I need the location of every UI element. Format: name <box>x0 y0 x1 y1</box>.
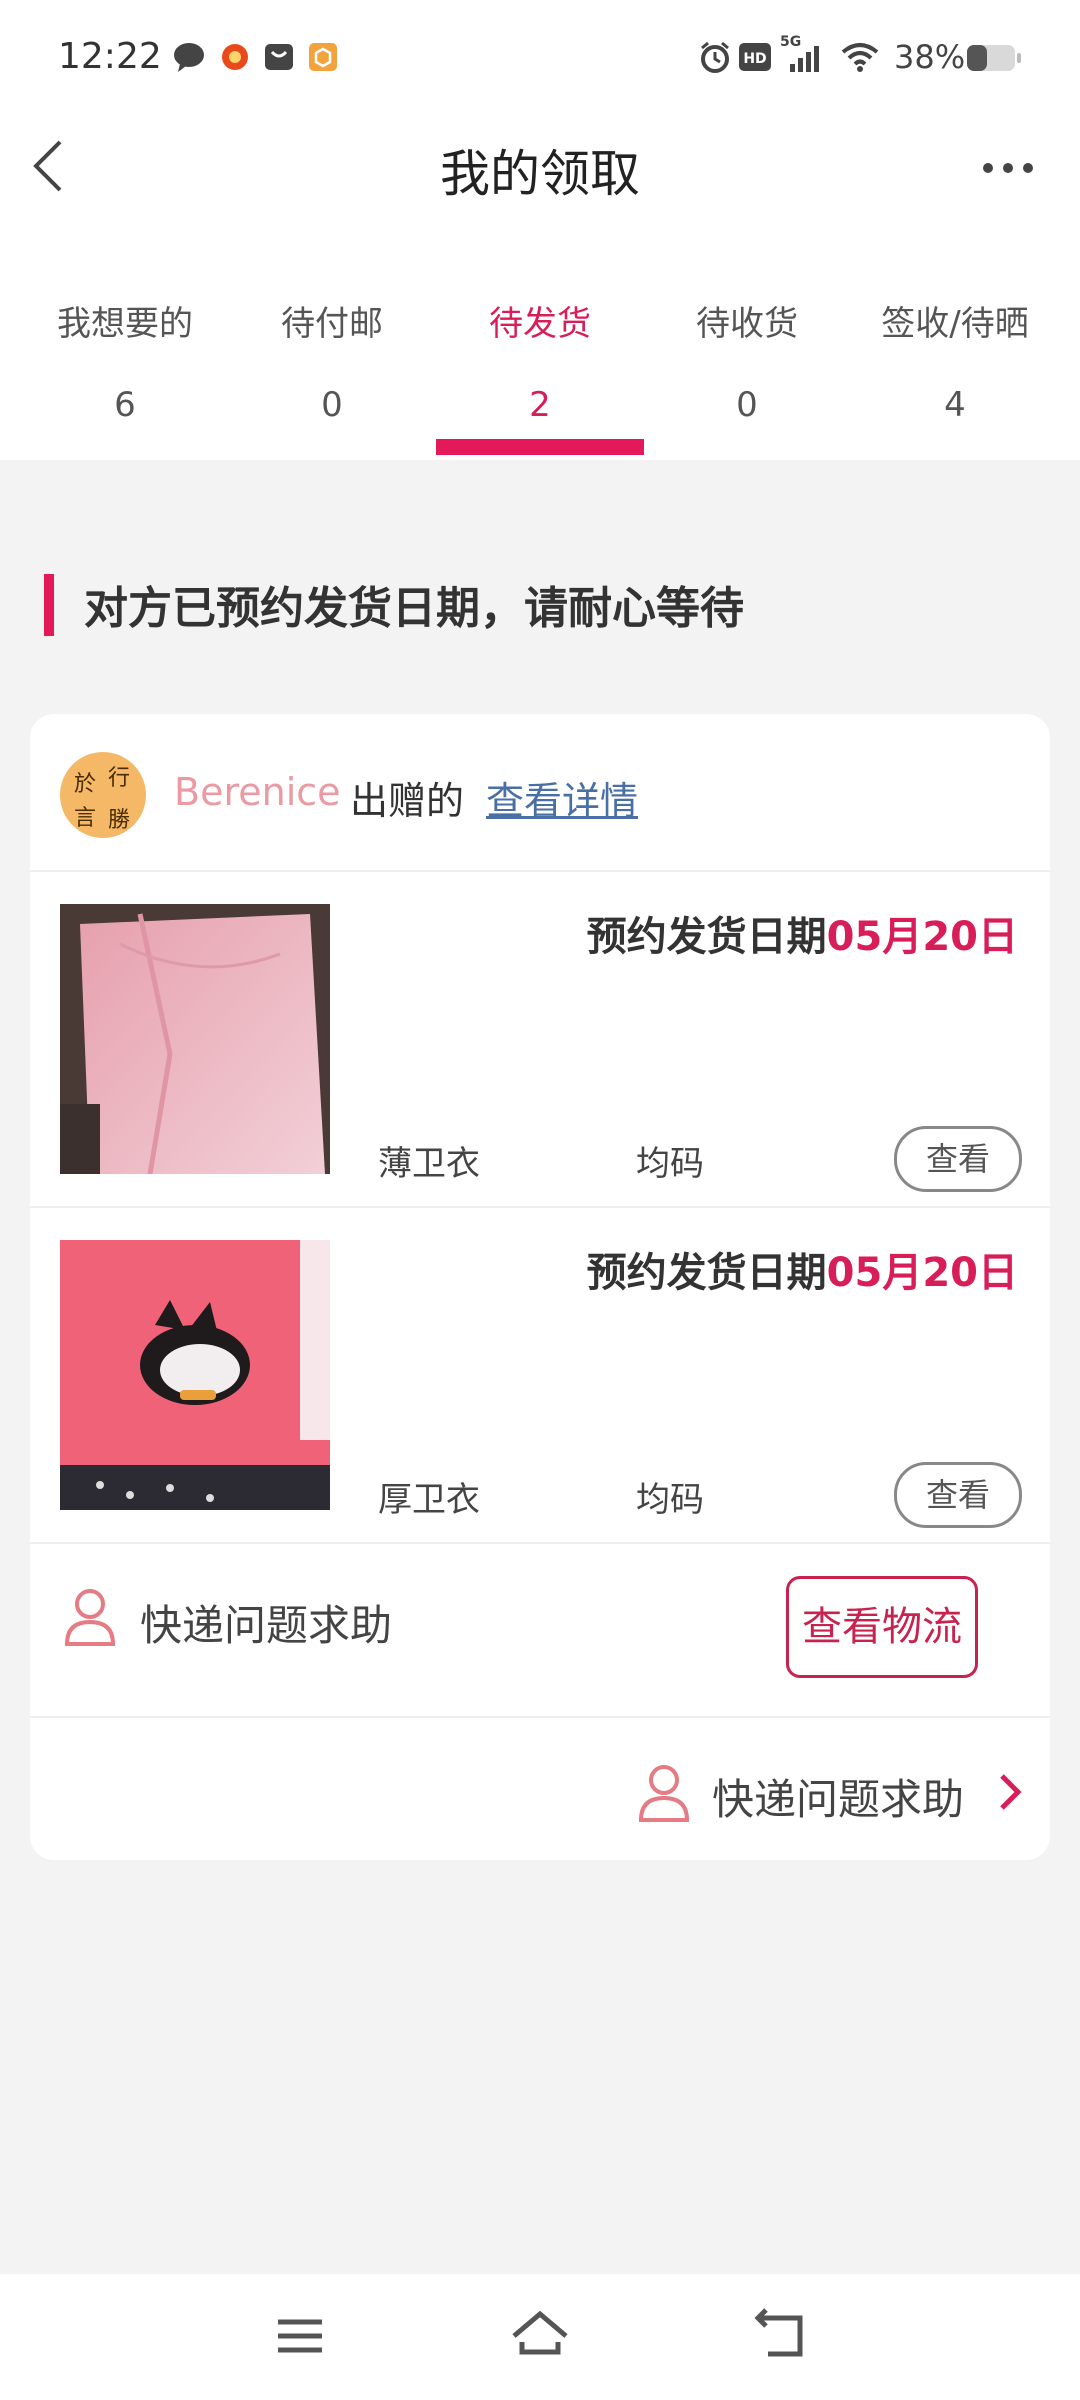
user-icon <box>62 1586 118 1646</box>
avatar-char: 言 <box>74 806 97 831</box>
tab-received-share[interactable]: 签收/待晒 4 <box>855 280 1055 456</box>
tab-label: 待付邮 <box>281 304 383 344</box>
ship-date-label: 预约发货日期 <box>586 914 827 960</box>
home-button[interactable] <box>510 2306 570 2366</box>
notice-accent-bar <box>44 574 54 636</box>
donor-name[interactable]: Berenice <box>174 770 341 814</box>
back-nav-button[interactable] <box>752 2306 812 2366</box>
hd-icon: HD <box>738 42 772 72</box>
tab-count: 0 <box>321 385 343 425</box>
menu-icon <box>278 2319 322 2353</box>
battery-icon <box>966 44 1022 72</box>
alarm-icon <box>698 40 732 74</box>
menu-button[interactable] <box>270 2306 330 2366</box>
tab-count: 6 <box>114 385 136 425</box>
item-size: 均码 <box>636 1144 704 1184</box>
chevron-right-icon[interactable] <box>996 1772 1026 1812</box>
avatar-char: 行 <box>108 766 131 791</box>
battery-percent: 38% <box>894 38 966 76</box>
wallet-icon <box>262 40 296 74</box>
page-title: 我的领取 <box>440 145 640 203</box>
donor-action-text: 出赠的 <box>350 779 465 823</box>
view-item-button[interactable]: 查看 <box>894 1462 1022 1528</box>
tab-label: 我想要的 <box>57 304 193 344</box>
divider <box>30 1542 1050 1544</box>
status-time: 12:22 <box>58 36 162 77</box>
ship-date-value: 05月20日 <box>826 914 1018 960</box>
ship-date-value: 05月20日 <box>826 1250 1018 1296</box>
tab-pending-receipt[interactable]: 待收货 0 <box>647 280 847 456</box>
donor-avatar[interactable]: 於 行 言 勝 <box>60 752 146 838</box>
wifi-icon <box>840 40 880 74</box>
app-notification-icon <box>218 40 252 74</box>
item-name: 厚卫衣 <box>378 1480 480 1520</box>
tab-count: 4 <box>944 385 966 425</box>
view-item-button[interactable]: 查看 <box>894 1126 1022 1192</box>
avatar-char: 勝 <box>108 808 131 833</box>
tab-label: 签收/待晒 <box>881 304 1029 344</box>
tab-count: 2 <box>529 385 551 425</box>
item-photo[interactable] <box>60 904 330 1174</box>
return-icon <box>754 2308 803 2357</box>
home-icon <box>512 2310 568 2355</box>
tab-count: 0 <box>736 385 758 425</box>
divider <box>30 1206 1050 1208</box>
tab-pending-postage[interactable]: 待付邮 0 <box>232 280 432 456</box>
item-size: 均码 <box>636 1480 704 1520</box>
tab-pending-shipment[interactable]: 待发货 2 <box>440 280 640 456</box>
item-photo[interactable] <box>60 1240 330 1510</box>
svg-text:HD: HD <box>743 51 766 67</box>
signal-icon: 5G <box>780 34 832 74</box>
ship-date: 预约发货日期05月20日 <box>587 1240 1018 1298</box>
user-icon <box>636 1762 692 1822</box>
ship-date: 预约发货日期05月20日 <box>587 904 1018 962</box>
tab-want[interactable]: 我想要的 6 <box>25 280 225 456</box>
tab-bar: 我想要的 6 待付邮 0 待发货 2 待收货 0 签收/待晒 4 <box>0 280 1080 456</box>
avatar-char: 於 <box>74 772 97 797</box>
active-tab-indicator <box>436 439 644 455</box>
view-logistics-button[interactable]: 查看物流 <box>786 1576 978 1678</box>
more-icon <box>983 163 1033 173</box>
divider <box>30 870 1050 872</box>
ship-date-label: 预约发货日期 <box>586 1250 827 1296</box>
tab-label: 待收货 <box>696 304 798 344</box>
express-help-text[interactable]: 快递问题求助 <box>140 1592 392 1653</box>
item-name: 薄卫衣 <box>378 1144 480 1184</box>
view-details-link[interactable]: 查看详情 <box>486 770 638 825</box>
message-icon <box>172 40 206 74</box>
more-button[interactable] <box>978 150 1038 186</box>
tab-label: 待发货 <box>489 304 591 344</box>
notice-text: 对方已预约发货日期，请耐心等待 <box>84 583 744 634</box>
divider <box>30 1716 1050 1718</box>
package-app-icon <box>306 40 340 74</box>
express-help-link[interactable]: 快递问题求助 <box>712 1766 964 1827</box>
